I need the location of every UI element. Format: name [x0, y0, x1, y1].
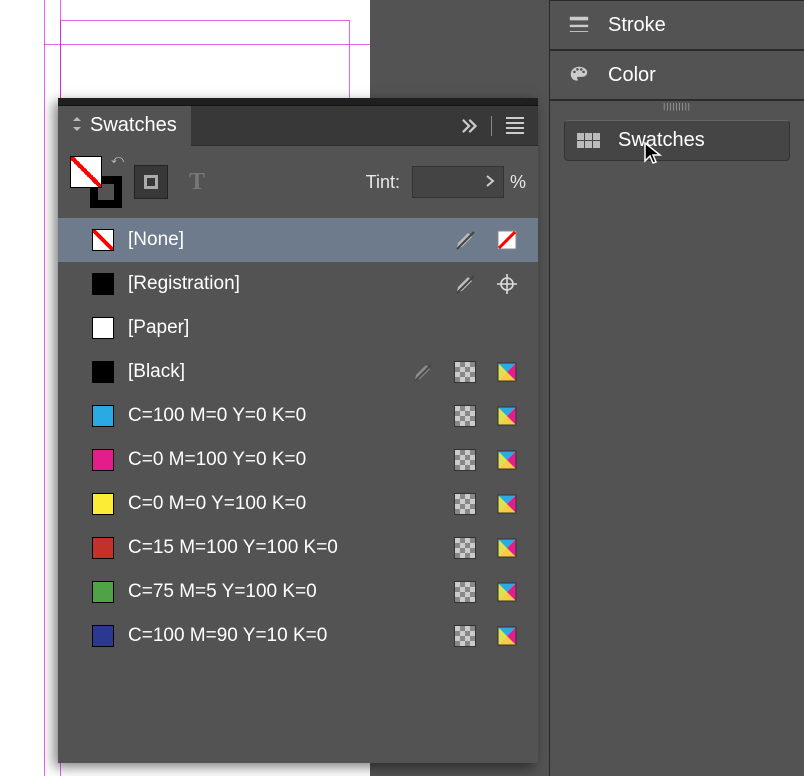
stroke-panel-button[interactable]: Stroke [550, 0, 804, 50]
swatch-row[interactable]: C=75 M=5 Y=100 K=0 [58, 570, 538, 614]
swatch-badges [412, 361, 518, 383]
swatch-badges [454, 537, 518, 559]
cmyk-icon [496, 537, 518, 559]
swatch-chip [92, 317, 114, 339]
stroke-icon [568, 14, 590, 36]
cmyk-icon [496, 625, 518, 647]
swatch-chip [92, 493, 114, 515]
tab-swatches[interactable]: Swatches [58, 106, 191, 146]
text-icon: T [189, 169, 205, 196]
swatch-row[interactable]: C=0 M=0 Y=100 K=0 [58, 482, 538, 526]
swatch-chip [92, 229, 114, 251]
swatches-panel-button[interactable]: Swatches [564, 120, 790, 161]
swatch-chip [92, 405, 114, 427]
color-panel-label: Color [608, 64, 656, 87]
cmyk-icon [496, 361, 518, 383]
panel-tabbar: Swatches [58, 106, 538, 146]
swatch-list[interactable]: [None] [Registration] [Paper] [Black] C=100 … [58, 218, 538, 763]
swatches-panel-label: Swatches [618, 129, 705, 152]
swatch-name: [None] [128, 229, 454, 251]
swatch-badges [454, 229, 518, 251]
tint-field[interactable]: % [412, 166, 526, 198]
swatch-name: [Black] [128, 361, 412, 383]
swatch-row[interactable]: C=100 M=90 Y=10 K=0 [58, 614, 538, 658]
global-color-icon [454, 625, 476, 647]
cmyk-icon [496, 493, 518, 515]
swatch-chip [92, 537, 114, 559]
fill-stroke-proxy[interactable]: ⤺ [70, 156, 122, 208]
swatches-toolbar: ⤺ T Tint: % [58, 146, 538, 218]
tint-input[interactable] [412, 166, 504, 198]
swatch-chip [92, 581, 114, 603]
swatch-name: C=15 M=100 Y=100 K=0 [128, 537, 454, 559]
swatch-name: [Registration] [128, 273, 454, 295]
swatch-name: C=100 M=0 Y=0 K=0 [128, 405, 454, 427]
color-panel-button[interactable]: Color [550, 50, 804, 100]
registration-icon [496, 273, 518, 295]
collapse-icon[interactable] [459, 115, 481, 137]
swatch-name: C=0 M=0 Y=100 K=0 [128, 493, 454, 515]
palette-icon [568, 64, 590, 86]
vertical-guide [44, 0, 45, 776]
swatch-row[interactable]: [Registration] [58, 262, 538, 306]
not-editable-icon [412, 361, 434, 383]
reorder-icon [72, 117, 82, 134]
swatch-name: [Paper] [128, 317, 518, 339]
swap-fill-stroke-icon[interactable]: ⤺ [111, 152, 124, 167]
global-color-icon [454, 449, 476, 471]
chevron-right-icon[interactable] [485, 174, 495, 191]
cmyk-icon [496, 405, 518, 427]
not-editable-icon [454, 229, 476, 251]
global-color-icon [454, 405, 476, 427]
swatch-row[interactable]: [Paper] [58, 306, 538, 350]
tint-label: Tint: [366, 172, 400, 193]
swatch-badges [454, 273, 518, 295]
tint-unit: % [510, 172, 526, 193]
global-color-icon [454, 537, 476, 559]
separator [491, 116, 492, 136]
swatch-badges [454, 581, 518, 603]
swatch-badges [454, 625, 518, 647]
swatch-chip [92, 449, 114, 471]
swatch-chip [92, 625, 114, 647]
panel-menu-icon[interactable] [502, 113, 528, 138]
cmyk-icon [496, 449, 518, 471]
swatch-badges [454, 493, 518, 515]
swatches-icon [577, 133, 600, 148]
mode-none-icon [496, 229, 518, 251]
tab-label: Swatches [90, 114, 177, 137]
panel-grip[interactable]: ||||||||| [550, 100, 804, 112]
swatch-row[interactable]: C=15 M=100 Y=100 K=0 [58, 526, 538, 570]
right-dock: Stroke Color ||||||||| Swatches [549, 0, 804, 776]
swatch-row[interactable]: [Black] [58, 350, 538, 394]
stroke-panel-label: Stroke [608, 14, 666, 37]
cmyk-icon [496, 581, 518, 603]
formatting-container-button[interactable] [134, 165, 168, 199]
not-editable-icon [454, 273, 476, 295]
swatches-panel: Swatches ⤺ T Tint: [58, 98, 538, 763]
swatch-name: C=100 M=90 Y=10 K=0 [128, 625, 454, 647]
fill-proxy[interactable] [70, 156, 102, 188]
swatch-badges [454, 449, 518, 471]
square-outline-icon [144, 175, 158, 189]
swatch-badges [454, 405, 518, 427]
swatch-name: C=75 M=5 Y=100 K=0 [128, 581, 454, 603]
swatch-chip [92, 361, 114, 383]
swatch-row[interactable]: C=0 M=100 Y=0 K=0 [58, 438, 538, 482]
global-color-icon [454, 493, 476, 515]
global-color-icon [454, 361, 476, 383]
swatch-chip [92, 273, 114, 295]
global-color-icon [454, 581, 476, 603]
swatch-row[interactable]: [None] [58, 218, 538, 262]
swatch-row[interactable]: C=100 M=0 Y=0 K=0 [58, 394, 538, 438]
formatting-text-button[interactable]: T [180, 165, 214, 199]
swatch-name: C=0 M=100 Y=0 K=0 [128, 449, 454, 471]
